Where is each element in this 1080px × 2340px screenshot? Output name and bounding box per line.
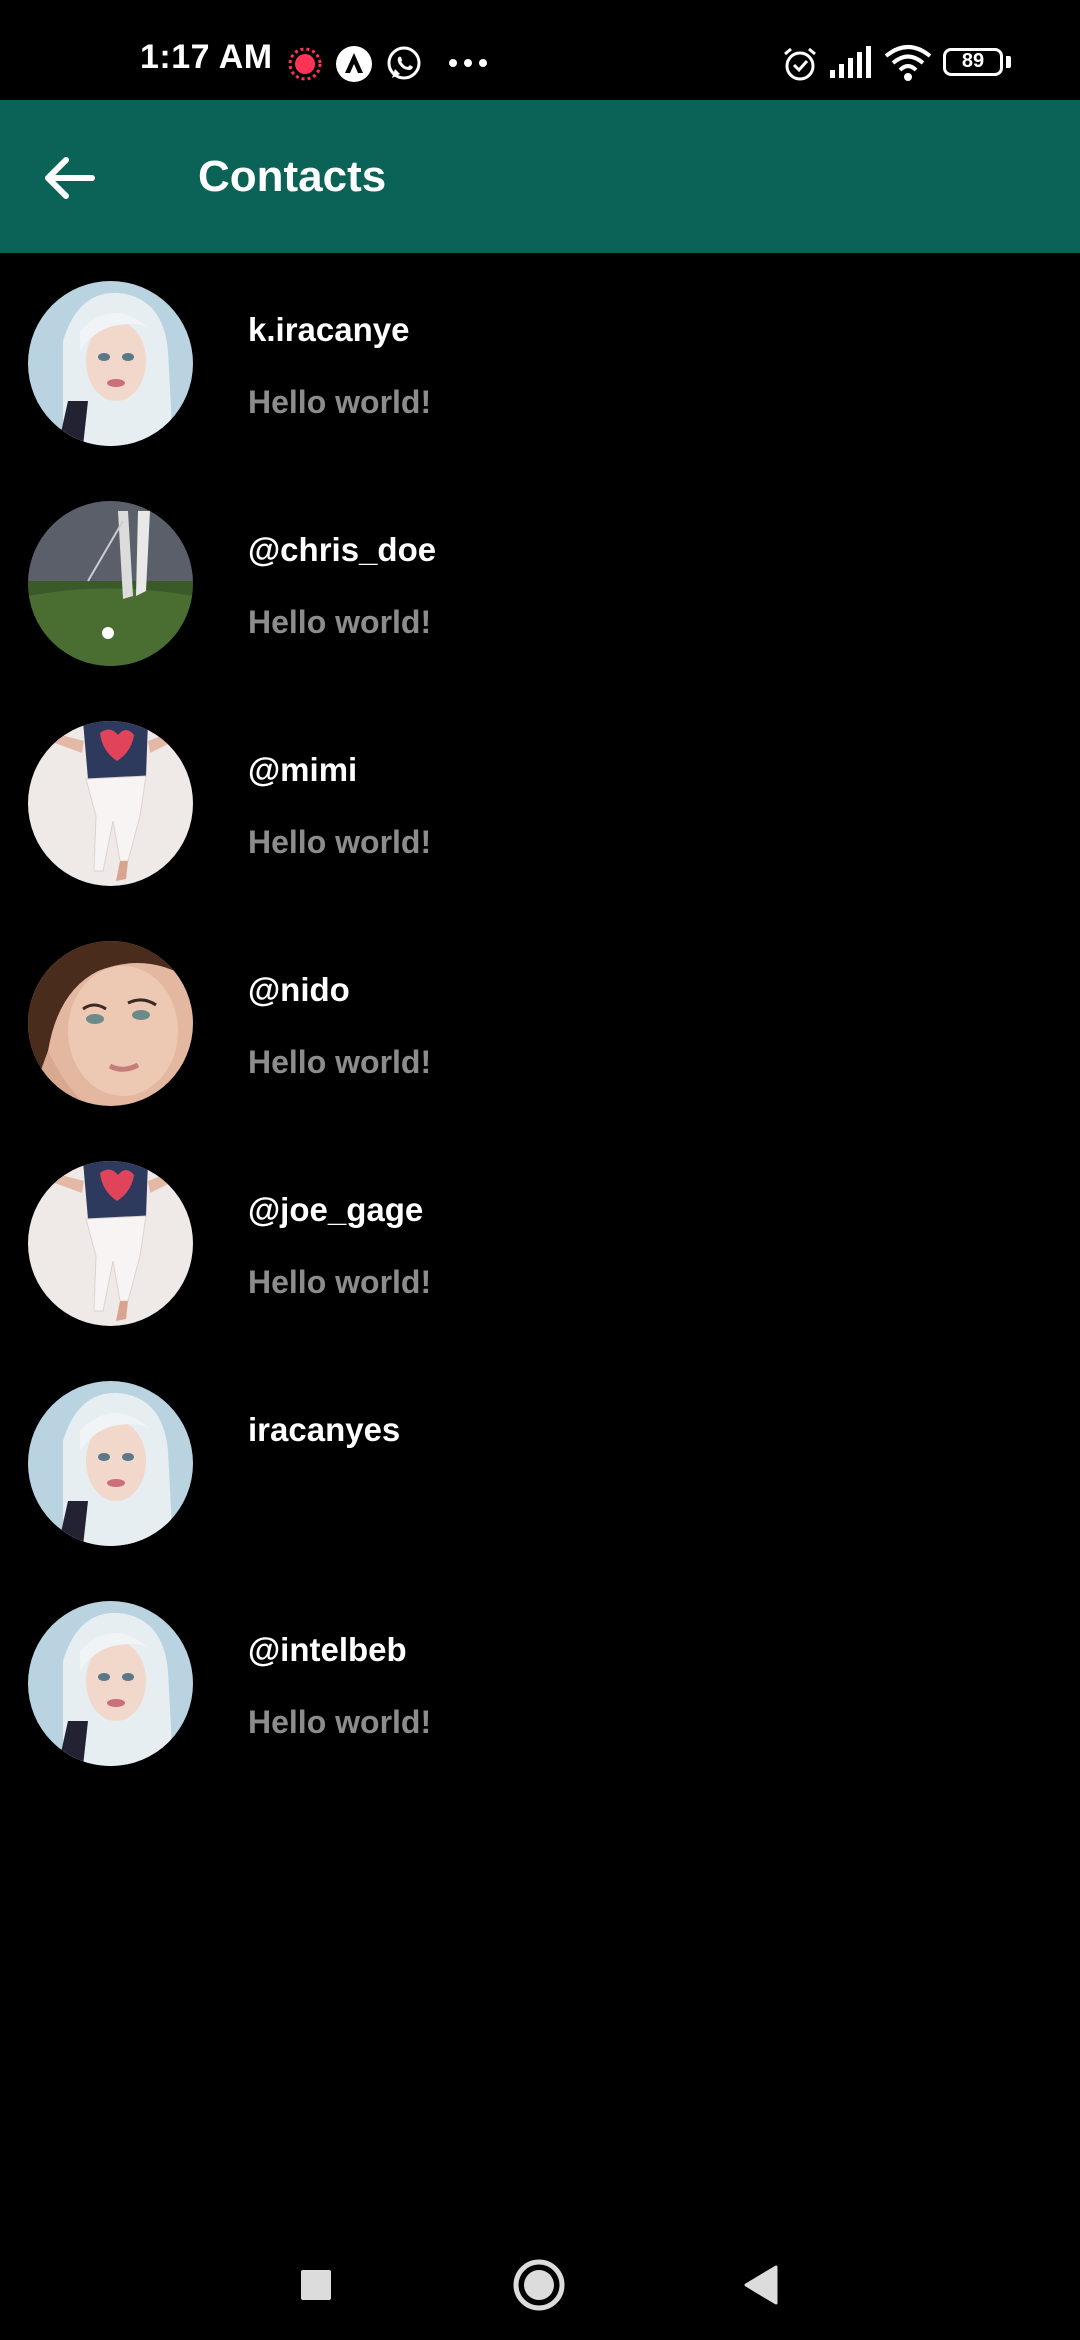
contact-row[interactable]: @chris_doe Hello world! (0, 473, 1080, 693)
avatar (28, 1161, 193, 1326)
contact-name: @chris_doe (248, 531, 437, 568)
contact-message: Hello world! (248, 1044, 432, 1080)
battery-level: 89 (961, 50, 985, 72)
status-time: 1:17 AM (140, 38, 273, 76)
back-button[interactable] (30, 138, 110, 218)
contact-name: @mimi (248, 751, 358, 788)
status-bar: 1:17 AM 89 (0, 0, 1080, 100)
system-nav-bar (0, 2220, 1080, 2340)
app-notification-icon (336, 46, 372, 82)
more-notifications-icon (449, 59, 487, 67)
contact-row[interactable]: @intelbeb Hello world! (0, 1573, 1080, 1793)
contact-row[interactable]: @nido Hello world! (0, 913, 1080, 1133)
avatar-dancer-image (28, 1161, 193, 1326)
avatar-portrait-image (28, 941, 193, 1106)
contact-message: Hello world! (248, 604, 432, 640)
contact-name: iracanyes (248, 1411, 401, 1448)
avatar (28, 1381, 193, 1546)
avatar-blonde-image (28, 1381, 193, 1546)
alarm-icon (784, 47, 816, 81)
avatar (28, 1601, 193, 1766)
home-button[interactable] (504, 2250, 574, 2320)
contact-row[interactable]: iracanyes (0, 1353, 1080, 1573)
recording-icon (288, 47, 322, 81)
contact-message: Hello world! (248, 1264, 432, 1300)
avatar-dancer-image (28, 721, 193, 886)
battery-cap (1006, 56, 1011, 68)
avatar (28, 941, 193, 1106)
contact-message: Hello world! (248, 1704, 432, 1740)
avatar (28, 281, 193, 446)
contact-row[interactable]: k.iracanye Hello world! (0, 253, 1080, 473)
battery-icon: 89 (943, 48, 1003, 76)
arrow-back-icon (45, 157, 95, 199)
avatar (28, 501, 193, 666)
recents-square-icon (301, 2270, 331, 2300)
recents-button[interactable] (281, 2250, 351, 2320)
contact-message: Hello world! (248, 384, 432, 420)
wifi-icon (884, 45, 932, 81)
back-triangle-icon (744, 2265, 778, 2305)
avatar-golf-image (28, 501, 193, 666)
contact-row[interactable]: @mimi Hello world! (0, 693, 1080, 913)
contact-name: @nido (248, 971, 350, 1008)
app-bar: Contacts (0, 100, 1080, 253)
whatsapp-icon (387, 46, 421, 80)
contact-name: @joe_gage (248, 1191, 424, 1228)
contact-row[interactable]: @joe_gage Hello world! (0, 1133, 1080, 1353)
avatar-blonde-image (28, 1601, 193, 1766)
contact-name: @intelbeb (248, 1631, 407, 1668)
signal-icon (830, 46, 871, 78)
home-circle-icon (513, 2259, 565, 2311)
avatar-blonde-image (28, 281, 193, 446)
nav-back-button[interactable] (726, 2250, 796, 2320)
contact-message: Hello world! (248, 824, 432, 860)
contact-name: k.iracanye (248, 311, 410, 348)
page-title: Contacts (198, 152, 387, 201)
avatar (28, 721, 193, 886)
